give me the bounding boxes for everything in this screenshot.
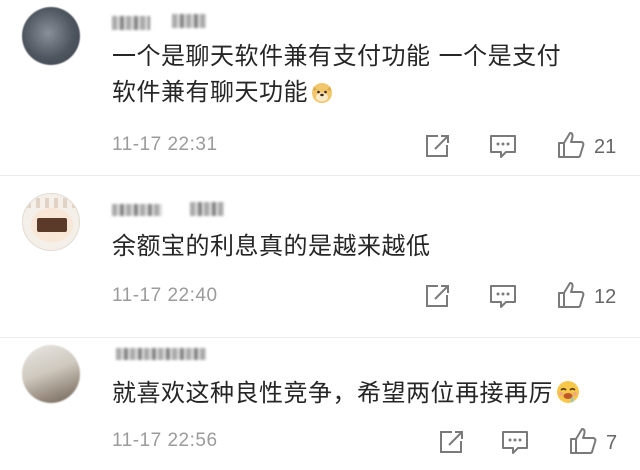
reply-button[interactable] bbox=[488, 282, 518, 310]
comment-timestamp: 11-17 22:31 bbox=[112, 134, 218, 155]
reply-button[interactable] bbox=[488, 132, 518, 160]
share-button[interactable] bbox=[422, 132, 452, 160]
share-button[interactable] bbox=[422, 282, 452, 310]
comment-text-line: 软件兼有聊天功能 bbox=[112, 78, 308, 106]
avatar[interactable] bbox=[22, 345, 80, 403]
comment-text-line: 就喜欢这种良性竞争，希望两位再接再厉 bbox=[112, 379, 553, 407]
reply-button[interactable] bbox=[500, 428, 530, 456]
comment-text: 余额宝的利息真的是越来越低 bbox=[112, 228, 612, 264]
comment-text: 一个是聊天软件兼有支付功能 一个是支付 软件兼有聊天功能 bbox=[112, 38, 612, 110]
doge-emoji-icon bbox=[310, 80, 334, 104]
username-redacted[interactable] bbox=[190, 202, 224, 216]
share-icon bbox=[440, 431, 463, 453]
share-icon bbox=[426, 285, 449, 307]
divider bbox=[0, 175, 640, 176]
username-redacted[interactable] bbox=[112, 16, 150, 30]
username-redacted[interactable] bbox=[172, 14, 206, 28]
like-count: 7 bbox=[606, 432, 618, 454]
comment-timestamp: 11-17 22:56 bbox=[112, 430, 218, 451]
drooling-emoji-icon bbox=[555, 379, 581, 405]
avatar-pattern bbox=[27, 198, 77, 208]
comment-text: 就喜欢这种良性竞争，希望两位再接再厉 bbox=[112, 375, 612, 411]
like-button[interactable] bbox=[556, 280, 586, 308]
thumbs-up-icon bbox=[558, 282, 585, 308]
username-redacted[interactable] bbox=[112, 204, 162, 216]
like-count: 12 bbox=[594, 286, 617, 308]
share-icon bbox=[426, 135, 449, 157]
comment-icon bbox=[502, 431, 528, 454]
comment-icon bbox=[490, 135, 516, 158]
like-button[interactable] bbox=[568, 426, 598, 454]
comment-text-line: 余额宝的利息真的是越来越低 bbox=[112, 232, 431, 260]
avatar[interactable] bbox=[22, 193, 80, 251]
share-button[interactable] bbox=[436, 428, 466, 456]
divider bbox=[0, 337, 640, 338]
username-redacted[interactable] bbox=[116, 348, 206, 360]
comment-timestamp: 11-17 22:40 bbox=[112, 285, 218, 306]
comment-text-line: 一个是聊天软件兼有支付功能 一个是支付 bbox=[112, 42, 562, 70]
thumbs-up-icon bbox=[558, 132, 585, 158]
like-button[interactable] bbox=[556, 130, 586, 158]
like-count: 21 bbox=[594, 136, 617, 158]
thumbs-up-icon bbox=[570, 428, 597, 454]
avatar[interactable] bbox=[22, 7, 80, 65]
avatar-censor-bar bbox=[37, 218, 67, 232]
comment-icon bbox=[490, 285, 516, 308]
